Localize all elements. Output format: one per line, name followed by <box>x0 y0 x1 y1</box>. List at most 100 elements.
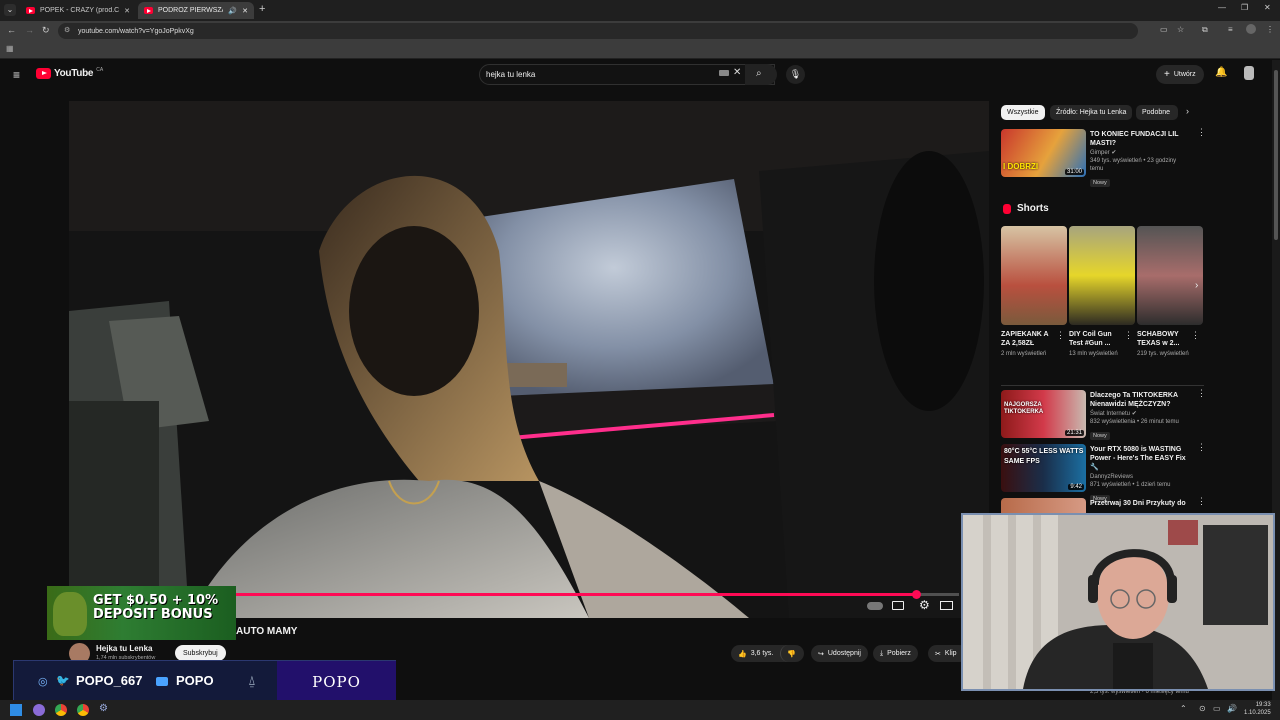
hamburger-menu-icon[interactable]: ≡ <box>13 68 20 82</box>
chrome-icon[interactable] <box>55 704 67 716</box>
back-arrow-icon[interactable]: ← <box>7 25 16 35</box>
profile-avatar[interactable] <box>1246 24 1256 34</box>
rec-channel: Świat Internetu ✔ <box>1090 410 1195 418</box>
cast-icon[interactable]: ▭ <box>1160 25 1168 34</box>
chip-all[interactable]: Wszystkie <box>1001 105 1045 120</box>
short-thumbnail[interactable] <box>1137 226 1203 325</box>
location-icon[interactable]: ⊙ <box>1199 704 1206 713</box>
brand-logo-icon: ⍙ <box>248 673 256 688</box>
chevron-right-icon[interactable]: › <box>1186 106 1189 116</box>
short-info[interactable]: SCHABOWY TEXAS w 2... 219 tys. wyświetle… <box>1137 330 1189 358</box>
network-icon[interactable]: ▭ <box>1213 704 1221 713</box>
short-title: DIY Coil Gun Test #Gun ... <box>1069 331 1112 347</box>
rec-thumbnail[interactable]: NAJGORSZA TIKTOKERKA 21:31 <box>1001 390 1086 438</box>
clock[interactable]: 19:33 1.10.2025 <box>1244 701 1271 717</box>
progress-track[interactable] <box>236 590 959 599</box>
chrome-icon[interactable] <box>77 704 89 716</box>
keyboard-icon[interactable] <box>719 70 729 76</box>
shorts-next-icon[interactable]: › <box>1195 280 1198 291</box>
tab-title: PODRÓŻ PIERWSZĄ KLAS <box>158 7 224 14</box>
rec-info[interactable]: Przetrwaj 30 Dni Przykuty do <box>1090 499 1195 513</box>
rec-thumbnail[interactable]: 80°C 55°C LESS WATTS SAME FPS 9:42 <box>1001 444 1086 492</box>
app-icon[interactable] <box>33 704 45 716</box>
subscribe-button[interactable]: Subskrybuj <box>175 645 226 661</box>
reload-icon[interactable]: ↻ <box>42 25 50 36</box>
more-actions-icon[interactable]: ⋮ <box>1191 331 1200 345</box>
more-actions-icon[interactable]: ⋮ <box>1197 128 1206 142</box>
subscribe-label: Subskrybuj <box>183 649 218 657</box>
video-player[interactable]: ⚙ <box>69 101 989 618</box>
rec-meta: 832 wyświetlenia • 26 minut temu <box>1090 419 1179 425</box>
more-actions-icon[interactable]: ⋮ <box>1197 497 1206 511</box>
settings-gear-icon[interactable]: ⚙ <box>919 598 930 612</box>
channel-name[interactable]: Hejka tu Lenka <box>96 644 152 653</box>
download-icon: ⤓ <box>880 649 884 657</box>
extensions-icon[interactable]: ⧉ <box>1202 25 1208 35</box>
close-window-button[interactable]: ✕ <box>1264 3 1271 12</box>
download-label: Pobierz <box>887 650 911 657</box>
short-thumbnail[interactable] <box>1069 226 1135 325</box>
start-menu-icon[interactable] <box>10 704 22 716</box>
more-actions-icon[interactable]: ⋮ <box>1197 443 1206 457</box>
address-bar[interactable]: ⚙ youtube.com/watch?v=YgoJoPpkvXg <box>58 23 1138 39</box>
autoplay-toggle[interactable] <box>867 602 883 610</box>
scrollbar-thumb[interactable] <box>1274 70 1278 240</box>
apps-grid-icon[interactable]: ▦ <box>6 44 14 53</box>
bookmark-star-icon[interactable]: ☆ <box>1177 25 1184 34</box>
voice-search-button[interactable]: 🎙 <box>786 65 805 84</box>
tab-title: POPEK - CRAZY (prod.CrackHou <box>40 7 120 14</box>
account-avatar[interactable] <box>1244 66 1254 80</box>
bookmarks-bar: ▦ <box>0 41 1280 59</box>
site-info-icon[interactable]: ⚙ <box>64 26 70 34</box>
tab-close-icon[interactable]: ✕ <box>242 7 248 15</box>
more-actions-icon[interactable]: ⋮ <box>1124 331 1133 345</box>
short-thumbnail[interactable] <box>1001 226 1067 325</box>
forward-arrow-icon[interactable]: → <box>25 25 34 35</box>
more-actions-icon[interactable]: ⋮ <box>1197 389 1206 403</box>
tab-close-icon[interactable]: ✕ <box>124 7 130 15</box>
search-button[interactable]: ⌕ <box>745 64 777 85</box>
dislike-button[interactable]: 👎 <box>780 645 804 662</box>
menu-kebab-icon[interactable]: ⋮ <box>1266 25 1274 34</box>
clip-label: Klip <box>944 650 957 657</box>
rec-info[interactable]: Dlaczego Ta TIKTOKERKA Nienawidzi MĘŻCZY… <box>1090 391 1195 440</box>
tab-search-button[interactable]: ⌄ <box>4 4 16 16</box>
rec-info[interactable]: Your RTX 5080 is WASTING Power - Here's … <box>1090 445 1195 503</box>
clear-search-icon[interactable]: ✕ <box>733 67 741 78</box>
volume-icon[interactable]: 🔊 <box>1227 704 1237 713</box>
youtube-handle: POPO <box>176 673 214 688</box>
create-button[interactable]: + Utwórz <box>1156 65 1204 84</box>
region-label: CA <box>96 66 104 73</box>
rec-thumbnail[interactable]: I DOBRZI 31:00 <box>1001 129 1086 177</box>
chip-source[interactable]: Źródło: Hejka tu Lenka <box>1050 105 1133 120</box>
speaker-icon[interactable]: 🔊 <box>228 7 237 15</box>
short-title: SCHABOWY TEXAS w 2... <box>1137 331 1180 347</box>
social-overlay: ◎ 🐦 POPO_667 POPO ⍙ POPO <box>13 660 396 704</box>
chip-similar[interactable]: Podobne <box>1136 105 1178 120</box>
rec-meta: 871 wyświetleń • 1 dzień temu <box>1090 482 1171 488</box>
notifications-bell-icon[interactable]: 🔔 <box>1215 67 1227 78</box>
deposit-bonus-ad[interactable]: GET $0.50 + 10% DEPOSIT BONUS <box>47 586 236 640</box>
browser-tab-1[interactable]: POPEK - CRAZY (prod.CrackHou ✕ <box>20 2 136 19</box>
youtube-logo[interactable]: YouTube CA <box>36 66 104 79</box>
short-info[interactable]: ZAPIEKANK A ZA 2,58ZŁ 2 mln wyświetleń <box>1001 330 1053 358</box>
subtitles-icon[interactable] <box>892 601 904 610</box>
minimize-button[interactable]: — <box>1218 3 1226 12</box>
rec-channel: Gimper ✔ <box>1090 149 1190 157</box>
thumbnail-text: 80°C 55°C LESS WATTS SAME FPS <box>1004 448 1084 465</box>
maximize-button[interactable]: ❐ <box>1241 3 1248 12</box>
url-text: youtube.com/watch?v=YgoJoPpkvXg <box>78 27 194 35</box>
media-icon[interactable]: ≡ <box>1228 25 1233 34</box>
download-button[interactable]: ⤓ Pobierz <box>873 645 918 662</box>
short-info[interactable]: DIY Coil Gun Test #Gun ... 13 mln wyświe… <box>1069 330 1121 358</box>
rec-title: TO KONIEC FUNDACJI LIL MASTI? <box>1090 131 1179 147</box>
theater-mode-icon[interactable] <box>940 601 953 610</box>
share-button[interactable]: ↪ Udostępnij <box>811 645 868 662</box>
app-icon[interactable]: ⚙ <box>99 703 108 714</box>
more-actions-icon[interactable]: ⋮ <box>1056 331 1065 345</box>
new-tab-button[interactable]: + <box>259 3 265 15</box>
browser-tab-2[interactable]: PODRÓŻ PIERWSZĄ KLAS 🔊 ✕ <box>138 2 254 19</box>
tray-chevron-icon[interactable]: ⌃ <box>1180 704 1187 713</box>
rec-info[interactable]: TO KONIEC FUNDACJI LIL MASTI? Gimper ✔ 3… <box>1090 130 1190 187</box>
search-input[interactable]: hejka tu lenka ✕ <box>479 64 775 85</box>
